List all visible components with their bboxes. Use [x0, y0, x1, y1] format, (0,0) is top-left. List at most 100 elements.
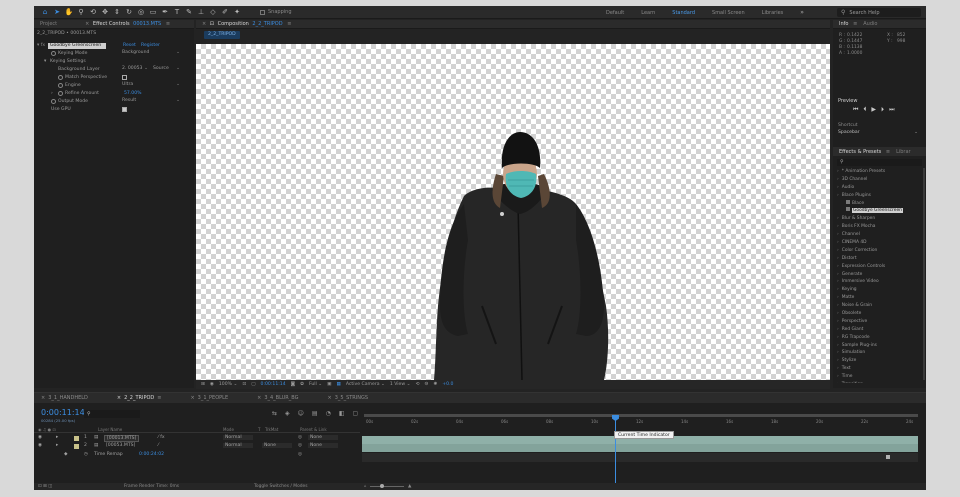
- output-mode-dropdown[interactable]: Result ⌄: [122, 98, 182, 104]
- zoom-in-icon[interactable]: ▲: [408, 484, 411, 489]
- effects-search-input[interactable]: ⚲: [837, 159, 922, 166]
- current-time-display[interactable]: 0:00:11:14: [41, 408, 85, 417]
- effect-category[interactable]: › Stylize: [837, 357, 923, 365]
- expand-icon[interactable]: ▸: [56, 435, 58, 440]
- zoom-dropdown[interactable]: 100% ⌄: [219, 382, 237, 387]
- trkmat-column[interactable]: TrkMat: [265, 427, 278, 432]
- shy-icon[interactable]: ☺: [298, 410, 304, 417]
- expression-pickwhip-icon[interactable]: ◎: [298, 452, 302, 457]
- layer-name-column[interactable]: Layer Name: [98, 427, 122, 432]
- time-ruler[interactable]: 00s 02s 04s 06s 08s 10s 12s 14s 16s 18s 20s 22s 24s: [362, 414, 920, 428]
- next-frame-icon[interactable]: ⏵: [881, 106, 884, 114]
- tab-info[interactable]: Info ≡: [839, 21, 857, 27]
- layer-name[interactable]: [00013.MTS]: [104, 434, 140, 442]
- panel-menu-icon[interactable]: ≡: [853, 21, 857, 27]
- roto-brush-icon[interactable]: ✐: [220, 7, 230, 17]
- panel-menu-icon[interactable]: ≡: [166, 21, 170, 27]
- effect-category[interactable]: › Red Giant: [837, 326, 923, 334]
- effect-item[interactable]: Goodbye Greenscreen: [837, 207, 923, 215]
- mode-column[interactable]: Mode: [223, 427, 234, 432]
- effect-category[interactable]: › Time: [837, 373, 923, 381]
- camera-dropdown[interactable]: Active Camera ⌄: [346, 382, 385, 387]
- parent-column[interactable]: Parent & Link: [300, 427, 327, 432]
- eraser-tool-icon[interactable]: ◇: [208, 7, 218, 17]
- background-layer-dropdown[interactable]: 2. 00053 ⌄: [122, 66, 150, 72]
- zoom-tool-icon[interactable]: ⚲: [76, 7, 86, 17]
- stopwatch-icon[interactable]: [58, 82, 63, 88]
- transparency-grid-icon[interactable]: ▦: [336, 382, 340, 387]
- close-icon[interactable]: ×: [190, 395, 194, 401]
- pen-tool-icon[interactable]: ✒: [160, 7, 170, 17]
- last-frame-icon[interactable]: ⏭: [889, 106, 894, 114]
- timeline-tab-3_4_blur_bg[interactable]: × 3_4_BLUR_BG: [257, 395, 298, 401]
- layer-mode[interactable]: Normal: [223, 435, 253, 440]
- layer-bar-2[interactable]: [362, 444, 918, 452]
- keyframe-marker[interactable]: [886, 455, 890, 459]
- exposure-value[interactable]: +0.0: [442, 382, 453, 387]
- parent-pickwhip-icon[interactable]: ◎: [298, 435, 302, 440]
- rotate-tool-icon[interactable]: ↻: [124, 7, 134, 17]
- first-frame-icon[interactable]: ⏮: [853, 106, 858, 114]
- stopwatch-icon[interactable]: [51, 50, 56, 56]
- zoom-out-icon[interactable]: ▵: [364, 484, 366, 489]
- t-column[interactable]: T: [258, 427, 260, 432]
- always-preview-icon[interactable]: ⊞: [201, 382, 205, 387]
- tab-effects-presets[interactable]: Effects & Presets ≡: [839, 149, 890, 155]
- tab-project[interactable]: Project: [40, 21, 57, 27]
- tab-libraries[interactable]: Librar: [896, 149, 911, 155]
- layer-parent[interactable]: None: [308, 435, 338, 440]
- chevron-down-icon[interactable]: ▾: [44, 59, 46, 64]
- home-icon[interactable]: ⌂: [40, 7, 50, 17]
- mask-visibility-icon[interactable]: ◉: [210, 382, 214, 387]
- views-dropdown[interactable]: 1 View ⌄: [390, 382, 411, 387]
- panel-menu-icon[interactable]: ≡: [886, 149, 890, 155]
- effect-category[interactable]: › Obsolete: [837, 310, 923, 318]
- current-time-indicator[interactable]: [614, 415, 616, 483]
- panel-menu-icon[interactable]: ≡: [287, 21, 291, 27]
- hand-tool-icon[interactable]: ✋: [64, 7, 74, 17]
- chevron-right-icon[interactable]: ›: [51, 91, 53, 96]
- effect-category[interactable]: › Channel: [837, 231, 923, 239]
- layer-trkmat[interactable]: None: [262, 443, 292, 448]
- effect-category[interactable]: › Blur & Sharpen: [837, 215, 923, 223]
- expand-icon[interactable]: ▸: [56, 443, 58, 448]
- dolly-camera-icon[interactable]: ⇕: [112, 7, 122, 17]
- visibility-icon[interactable]: ◉: [38, 435, 42, 440]
- time-remap-value[interactable]: 0:00:24:02: [139, 452, 164, 457]
- effect-category[interactable]: › Immersive Video: [837, 278, 923, 286]
- effect-category[interactable]: ›Transition: [837, 381, 923, 383]
- frame-blending-icon[interactable]: ▤: [312, 410, 318, 417]
- effect-category[interactable]: › Perspective: [837, 318, 923, 326]
- reset-exposure-icon[interactable]: ⟲: [415, 382, 419, 387]
- region-icon[interactable]: ▢: [251, 382, 255, 387]
- effects-list-scrollbar[interactable]: [923, 168, 925, 380]
- layer-name[interactable]: [00053.MTS]: [106, 443, 135, 448]
- puppet-pin-icon[interactable]: ✦: [232, 7, 242, 17]
- layer-mode[interactable]: Normal: [223, 443, 253, 448]
- close-icon[interactable]: ×: [117, 395, 121, 401]
- effect-category[interactable]: › Distort: [837, 255, 923, 263]
- clone-stamp-icon[interactable]: ⊥: [196, 7, 206, 17]
- previous-frame-icon[interactable]: ⏴: [863, 106, 866, 114]
- effect-category[interactable]: › * Animation Presets: [837, 168, 923, 176]
- exposure-icon[interactable]: ✺: [433, 382, 437, 387]
- render-queue-icon[interactable]: ▢: [353, 410, 359, 417]
- brush-tool-icon[interactable]: ✎: [184, 7, 194, 17]
- effect-category[interactable]: › RG Trapcode: [837, 334, 923, 342]
- pan-behind-icon[interactable]: ◎: [136, 7, 146, 17]
- effect-category[interactable]: › Sample Plug-ins: [837, 342, 923, 350]
- reset-link[interactable]: Reset: [123, 43, 136, 48]
- effect-category[interactable]: › Simulation: [837, 349, 923, 357]
- refine-amount-value[interactable]: 57.00%: [124, 91, 142, 96]
- shortcut-dropdown[interactable]: Spacebar ⌄: [838, 130, 918, 137]
- label-swatch[interactable]: [74, 435, 79, 441]
- workspace-small-screen[interactable]: Small Screen: [712, 10, 745, 16]
- tab-audio[interactable]: Audio: [863, 21, 877, 27]
- snapping-toggle[interactable]: Snapping: [260, 9, 292, 15]
- workspace-default[interactable]: Default: [606, 10, 624, 16]
- tab-effect-controls[interactable]: × Effect Controls 00013.MTS ≡: [85, 21, 170, 27]
- resolution-dropdown[interactable]: Full ⌄: [309, 382, 322, 387]
- layer-row-2[interactable]: ◉ ▸ 2 ▤ [00053.MTS] ⁄ Normal None ◎ None: [34, 442, 360, 450]
- effect-category[interactable]: › Audio: [837, 184, 923, 192]
- timeline-tab-2_2_tripod[interactable]: × 2_2_TRIPOD ≡: [117, 395, 162, 401]
